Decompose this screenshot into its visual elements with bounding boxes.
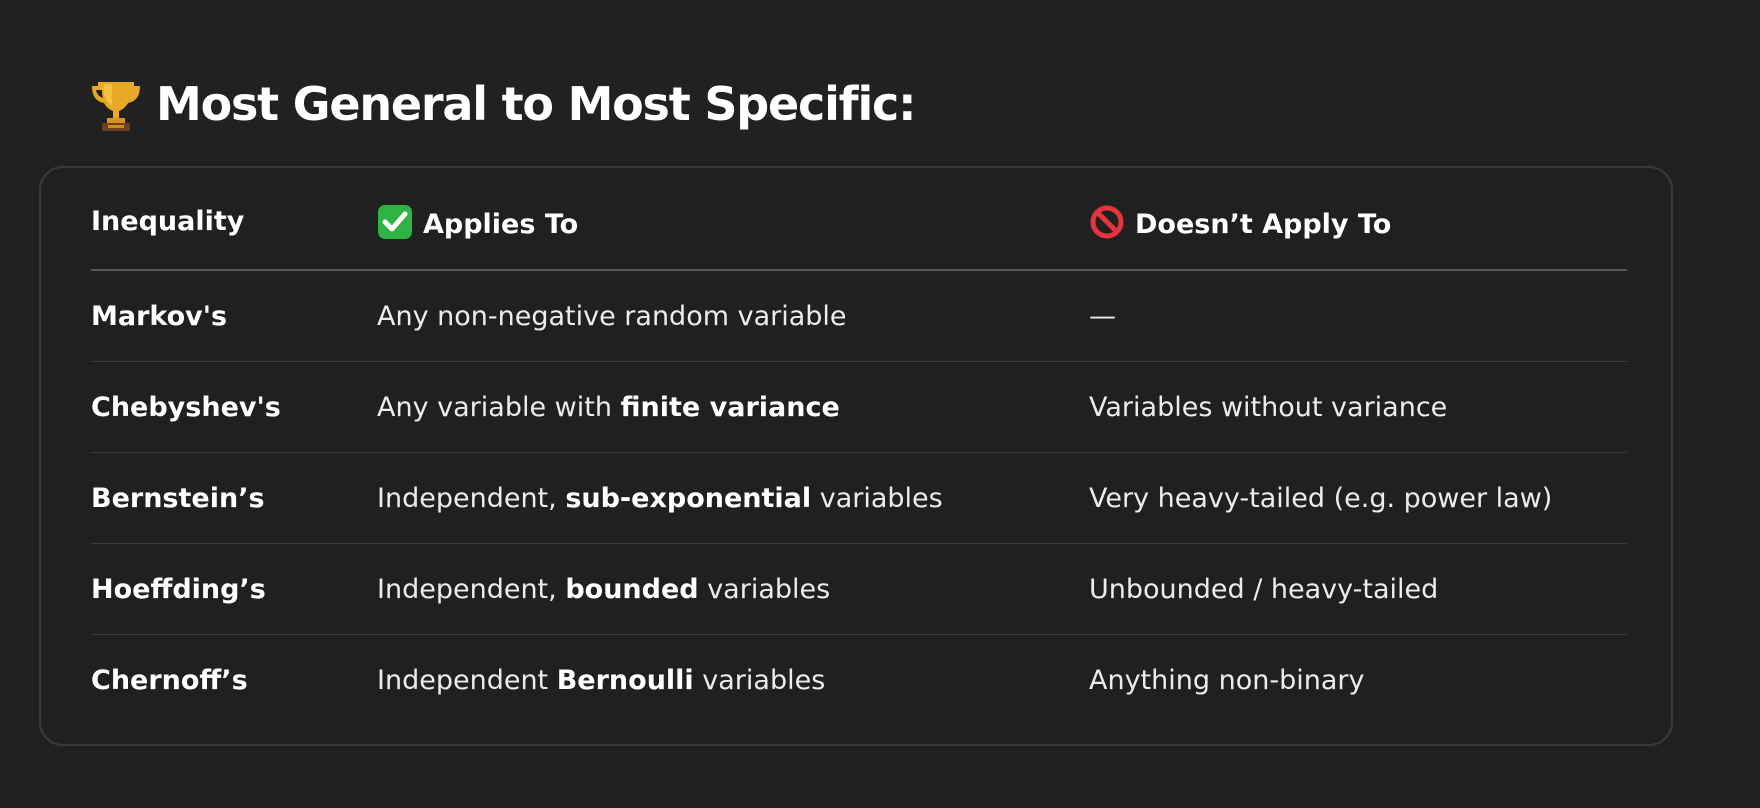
inequality-name: Hoeffding’s [91,543,377,635]
applies-to-emphasis: sub-exponential [565,482,812,514]
page-title-text: Most General to Most Specific: [156,76,916,131]
applies-to-text: Any non-negative random variable [377,300,847,332]
header-inequality-label: Inequality [91,206,245,237]
prohibited-icon [1089,204,1125,240]
table-header-row: Inequality Applies To Doesn’t Apply To [91,168,1627,271]
table-row: Bernstein’s Independent, sub-exponential … [91,452,1627,544]
doesnt-apply-to-cell: Variables without variance [1089,361,1627,453]
comparison-table: Inequality Applies To Doesn’t Apply To M… [91,168,1627,725]
applies-to-emphasis: Bernoulli [556,664,694,696]
doesnt-apply-to-cell: Unbounded / heavy-tailed [1089,543,1627,635]
applies-to-cell: Any variable with finite variance [377,361,1089,453]
applies-to-cell: Any non-negative random variable [377,270,1089,362]
inequality-name: Chernoff’s [91,664,248,696]
table-row: Markov's Any non-negative random variable… [91,270,1627,362]
applies-to-text: Independent, [377,482,566,514]
page-title: Most General to Most Specific: [90,69,916,139]
applies-to-emphasis: bounded [565,573,699,605]
header-applies-to: Applies To [377,168,1089,271]
table-row: Chebyshev's Any variable with finite vari… [91,361,1627,453]
header-doesnt-apply-to: Doesn’t Apply To [1089,168,1627,271]
doesnt-apply-to-cell: Anything non-binary [1089,664,1365,696]
applies-to-text: variables [693,664,826,696]
check-mark-icon [377,204,413,240]
header-applies-to-label: Applies To [423,208,579,240]
inequality-name: Chebyshev's [91,361,377,453]
header-inequality: Inequality [91,168,377,271]
table-row: Chernoff’s Independent Bernoulli variable… [91,635,1627,726]
applies-to-cell: Independent, sub-exponential variables [377,452,1089,544]
applies-to-text: Independent, [377,573,566,605]
inequality-name: Markov's [91,270,377,362]
doesnt-apply-to-cell: Very heavy-tailed (e.g. power law) [1089,452,1627,544]
header-doesnt-apply-to-label: Doesn’t Apply To [1135,208,1392,240]
applies-to-text: variables [811,482,943,514]
applies-to-emphasis: finite variance [620,391,840,423]
applies-to-cell: Independent Bernoulli variables [377,635,1089,726]
doesnt-apply-to-cell: — [1089,270,1627,362]
applies-to-text: Independent [377,664,557,696]
trophy-icon [90,76,142,132]
table-row: Hoeffding’s Independent, bounded variable… [91,543,1627,635]
applies-to-text: variables [698,573,831,605]
applies-to-cell: Independent, bounded variables [377,543,1089,635]
comparison-table-card: Inequality Applies To Doesn’t Apply To M… [39,166,1673,746]
table-body: Markov's Any non-negative random variable… [91,270,1627,725]
applies-to-text: Any variable with [377,391,621,423]
inequality-name: Bernstein’s [91,452,377,544]
